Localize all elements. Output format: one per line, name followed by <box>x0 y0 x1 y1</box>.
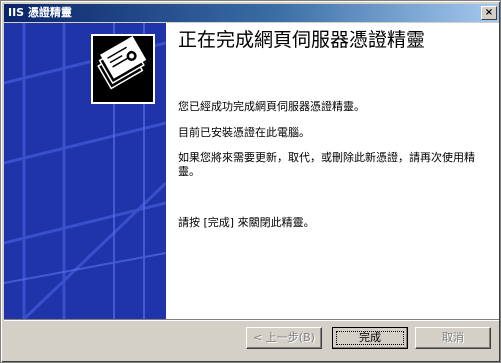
title-bar[interactable]: IIS 憑證精靈 × <box>4 4 499 22</box>
back-button[interactable]: < 上一步(B) <box>246 327 322 349</box>
certificate-icon <box>91 34 155 104</box>
finish-button-label: 完成 <box>336 331 404 345</box>
wizard-body: 正在完成網頁伺服器憑證精靈 您已經成功完成網頁伺服器憑證精靈。 目前已安裝憑證在… <box>4 23 499 319</box>
close-button[interactable]: × <box>481 6 497 20</box>
renew-instructions: 如果您將來需要更新，取代，或刪除此新憑證，請再次使用精靈。 <box>178 151 475 178</box>
window-title: IIS 憑證精靈 <box>8 6 72 19</box>
finish-button[interactable]: 完成 <box>332 327 408 349</box>
wizard-content: 正在完成網頁伺服器憑證精靈 您已經成功完成網頁伺服器憑證精靈。 目前已安裝憑證在… <box>178 23 496 319</box>
banner-graphic <box>4 23 166 319</box>
page-title: 正在完成網頁伺服器憑證精靈 <box>178 29 426 51</box>
wizard-window: IIS 憑證精靈 × 正在完成網頁伺服器憑證精靈 您已經成功完成網頁伺服器憑證精… <box>0 0 501 363</box>
finish-instructions: 請按 [完成] 來關閉此精靈。 <box>178 216 315 229</box>
wizard-side-banner <box>4 23 166 319</box>
success-message: 您已經成功完成網頁伺服器憑證精靈。 <box>178 100 365 113</box>
button-separator <box>4 319 499 321</box>
cancel-button[interactable]: 取消 <box>415 327 491 349</box>
installed-message: 目前已安裝憑證在此電腦。 <box>178 126 310 139</box>
close-icon: × <box>484 7 494 18</box>
